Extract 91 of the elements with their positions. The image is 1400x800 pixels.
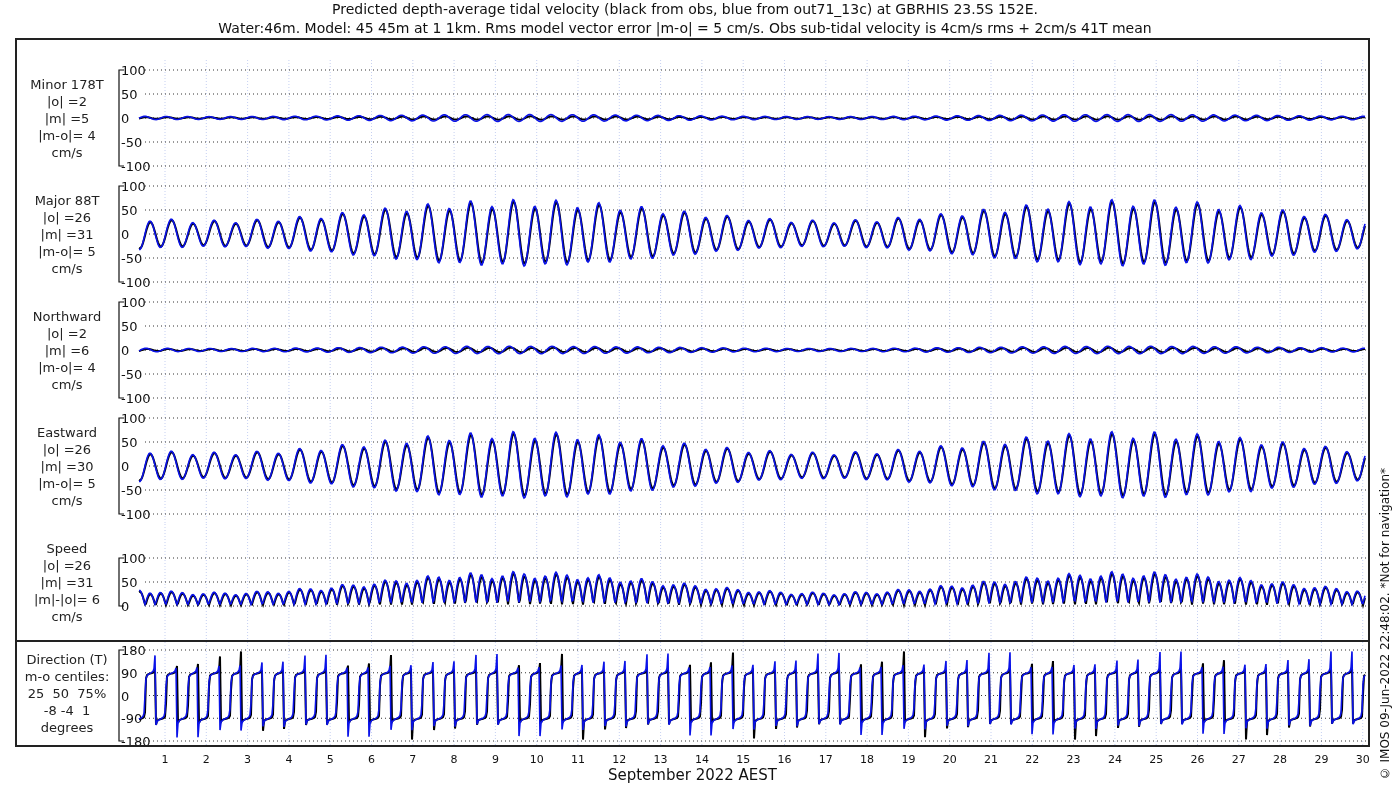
y-tick-label: 180 bbox=[121, 643, 146, 658]
y-tick-label: -50 bbox=[121, 251, 143, 266]
panel-label-line: |o| =2 bbox=[47, 92, 87, 110]
panel-label-line: Direction (T) bbox=[26, 651, 108, 668]
panel-label-line: |o| =26 bbox=[42, 440, 92, 458]
x-tick-label: 27 bbox=[1231, 753, 1246, 766]
x-tick-label: 7 bbox=[409, 753, 417, 766]
panel-label-line: cm/s bbox=[51, 259, 83, 277]
y-tick-label: 0 bbox=[121, 599, 130, 614]
x-tick-label: 9 bbox=[491, 753, 499, 766]
y-tick-label: 100 bbox=[121, 179, 146, 194]
x-tick-label: 29 bbox=[1314, 753, 1329, 766]
x-tick-label: 24 bbox=[1107, 753, 1122, 766]
panel-label-line: cm/s bbox=[51, 491, 83, 509]
x-tick-label: 1 bbox=[161, 753, 169, 766]
panel-label-line: |m-o|= 5 bbox=[38, 474, 96, 492]
x-tick-label: 18 bbox=[860, 753, 875, 766]
panel-label-line: |m| =31 bbox=[40, 573, 94, 591]
y-tick-label: -50 bbox=[121, 367, 143, 382]
x-tick-label: 2 bbox=[202, 753, 210, 766]
panel-label-line: Major 88T bbox=[34, 191, 100, 209]
panel-label-line: degrees bbox=[40, 719, 94, 736]
panel-label-line: |m-o|= 5 bbox=[38, 242, 96, 260]
x-tick-label: 10 bbox=[529, 753, 544, 766]
panel-label-line: |m| =5 bbox=[44, 109, 90, 127]
y-tick-label: 50 bbox=[121, 575, 138, 590]
y-tick-label: 0 bbox=[121, 688, 130, 704]
panel-label-line: cm/s bbox=[51, 143, 83, 161]
y-tick-label: 0 bbox=[121, 343, 130, 358]
y-tick-label: -100 bbox=[121, 391, 151, 406]
panel-label-line: cm/s bbox=[51, 375, 83, 393]
panel-label-line: Northward bbox=[32, 307, 102, 325]
panel-label-line: |m| =31 bbox=[40, 225, 94, 243]
x-tick-label: 12 bbox=[612, 753, 627, 766]
x-tick-label: 20 bbox=[942, 753, 957, 766]
panel-label-line: |m-o|= 4 bbox=[38, 126, 96, 144]
panel-label-line: m-o centiles: bbox=[24, 668, 110, 685]
x-tick-label: 11 bbox=[571, 753, 585, 766]
x-tick-label: 21 bbox=[984, 753, 998, 766]
y-tick-label: 100 bbox=[121, 411, 146, 426]
x-tick-label: 3 bbox=[244, 753, 252, 766]
panel-label-line: Eastward bbox=[37, 423, 97, 441]
chart-title: Predicted depth-average tidal velocity (black from obs, blue from out71_13c) at GBRHIS 23.5S 152E. bbox=[332, 0, 1038, 19]
x-tick-label: 5 bbox=[326, 753, 334, 766]
y-tick-label: -90 bbox=[121, 711, 143, 727]
x-tick-label: 14 bbox=[694, 753, 709, 766]
x-tick-label: 4 bbox=[285, 753, 293, 766]
y-tick-label: 50 bbox=[121, 435, 138, 450]
y-tick-label: 0 bbox=[121, 111, 130, 126]
panel-label-line: |m| =6 bbox=[44, 341, 90, 359]
panel-label-line: |o| =2 bbox=[47, 324, 87, 342]
x-tick-label: 22 bbox=[1025, 753, 1040, 766]
y-tick-label: -100 bbox=[121, 159, 151, 174]
y-tick-label: -100 bbox=[121, 275, 151, 290]
panel-label-line: -8 -4 1 bbox=[43, 702, 91, 719]
y-tick-label: 50 bbox=[121, 203, 138, 218]
y-tick-label: -100 bbox=[121, 507, 151, 522]
x-tick-label: 6 bbox=[368, 753, 375, 766]
x-tick-label: 26 bbox=[1190, 753, 1205, 766]
copyright-notice: © IMOS 09-Jun-2022 22:48:02. *Not for navigation* bbox=[1377, 467, 1393, 780]
panel-label-line: |m-o|= 4 bbox=[38, 358, 96, 376]
y-tick-label: 100 bbox=[121, 295, 146, 310]
x-tick-label: 16 bbox=[777, 753, 792, 766]
x-tick-label: 8 bbox=[450, 753, 458, 766]
panel-label-line: Speed bbox=[46, 539, 88, 557]
panel-label-line: |o| =26 bbox=[42, 556, 92, 574]
x-tick-label: 23 bbox=[1066, 753, 1081, 766]
panel-label-line: Minor 178T bbox=[30, 75, 104, 93]
panel-label-line: |m|-|o|= 6 bbox=[33, 590, 101, 608]
y-tick-label: 100 bbox=[121, 551, 146, 566]
y-tick-label: 90 bbox=[121, 665, 138, 681]
y-tick-label: 0 bbox=[121, 227, 130, 242]
x-tick-label: 17 bbox=[818, 753, 833, 766]
x-tick-label: 30 bbox=[1355, 753, 1370, 766]
y-tick-label: 0 bbox=[121, 459, 130, 474]
chart-title: Water:46m. Model: 45 45m at 1 1km. Rms model vector error |m-o| = 5 cm/s. Obs sub-tidal velocity is 4cm/s rms + 2cm/s 41T mean bbox=[218, 19, 1152, 38]
x-tick-label: 15 bbox=[736, 753, 751, 766]
y-tick-label: 50 bbox=[121, 319, 138, 334]
x-axis-label: September 2022 AEST bbox=[607, 766, 777, 784]
y-tick-label: -50 bbox=[121, 483, 143, 498]
y-tick-label: 100 bbox=[121, 63, 146, 78]
y-tick-label: -50 bbox=[121, 135, 143, 150]
panel-label-line: |m| =30 bbox=[40, 457, 94, 475]
x-tick-label: 19 bbox=[901, 753, 916, 766]
panel-label-line: cm/s bbox=[51, 607, 83, 625]
y-tick-label: 50 bbox=[121, 87, 138, 102]
x-tick-label: 28 bbox=[1273, 753, 1288, 766]
x-tick-label: 25 bbox=[1149, 753, 1164, 766]
x-tick-label: 13 bbox=[653, 753, 668, 766]
panel-label-line: |o| =26 bbox=[42, 208, 92, 226]
panel-label-line: 25 50 75% bbox=[27, 685, 107, 702]
